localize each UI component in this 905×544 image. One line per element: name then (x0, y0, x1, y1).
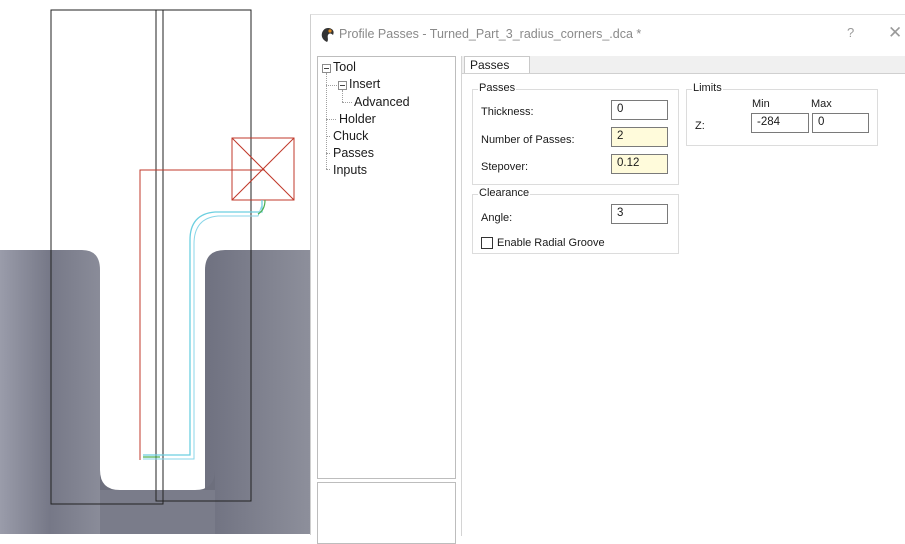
title-bar[interactable]: Profile Passes - Turned_Part_3_radius_co… (311, 15, 905, 53)
settings-tree[interactable]: Tool Insert Advanced Holder Chuck Passes… (317, 56, 456, 479)
thickness-label: Thickness: (481, 106, 534, 118)
tree-connector (342, 102, 352, 103)
clearance-group-title: Clearance (478, 187, 531, 199)
tab-strip: Passes (462, 56, 905, 74)
stepover-label: Stepover: (481, 161, 529, 173)
clearance-group: Clearance Angle: 3 Enable Radial Groove (472, 187, 679, 254)
radial-groove-checkbox[interactable] (481, 237, 493, 249)
tree-item-holder[interactable]: Holder (339, 112, 376, 126)
tab-content: Passes Passes Thickness: 0 Number of Pas… (461, 56, 905, 536)
part-left-shoulder (0, 250, 100, 534)
tree-item-passes[interactable]: Passes (333, 146, 374, 160)
tree-connector (326, 73, 327, 169)
close-button[interactable]: ✕ (888, 23, 902, 43)
max-header: Max (811, 98, 832, 110)
help-button[interactable]: ? (847, 25, 854, 40)
stepover-input[interactable]: 0.12 (611, 154, 668, 174)
z-max-input[interactable]: 0 (812, 113, 869, 133)
tree-connector (326, 119, 336, 120)
limits-group: Limits Min Max Z: -284 0 (686, 82, 878, 146)
tree-item-inputs[interactable]: Inputs (333, 163, 367, 177)
angle-input[interactable]: 3 (611, 204, 668, 224)
dialog-title: Profile Passes - Turned_Part_3_radius_co… (339, 27, 642, 41)
tree-connector (326, 153, 330, 154)
tree-item-insert[interactable]: Insert (349, 77, 380, 91)
passes-group: Passes Thickness: 0 Number of Passes: 2 … (472, 82, 679, 185)
tab-passes[interactable]: Passes (464, 56, 530, 73)
toolpath-canvas[interactable] (0, 0, 310, 534)
tree-connector (342, 90, 343, 102)
num-passes-input[interactable]: 2 (611, 127, 668, 147)
tree-connector (326, 85, 337, 86)
profile-passes-dialog: Profile Passes - Turned_Part_3_radius_co… (310, 14, 905, 544)
tree-item-chuck[interactable]: Chuck (333, 129, 368, 143)
graphics-viewport[interactable] (0, 0, 310, 534)
tree-connector (326, 136, 330, 137)
angle-label: Angle: (481, 212, 513, 224)
app-logo-icon (321, 28, 334, 42)
tree-item-tool[interactable]: Tool (333, 60, 356, 74)
insert-collapse-icon[interactable] (338, 81, 347, 90)
description-panel (317, 482, 456, 544)
tree-item-advanced[interactable]: Advanced (354, 95, 410, 109)
num-passes-label: Number of Passes: (481, 134, 575, 146)
min-header: Min (752, 98, 770, 110)
tool-collapse-icon[interactable] (322, 64, 331, 73)
radial-groove-label[interactable]: Enable Radial Groove (497, 237, 605, 249)
limits-group-title: Limits (692, 82, 723, 94)
z-min-input[interactable]: -284 (751, 113, 809, 133)
z-label: Z: (695, 120, 705, 132)
part-right-shoulder (205, 250, 310, 534)
tree-connector (326, 169, 330, 170)
passes-group-title: Passes (478, 82, 517, 94)
thickness-input[interactable]: 0 (611, 100, 668, 120)
